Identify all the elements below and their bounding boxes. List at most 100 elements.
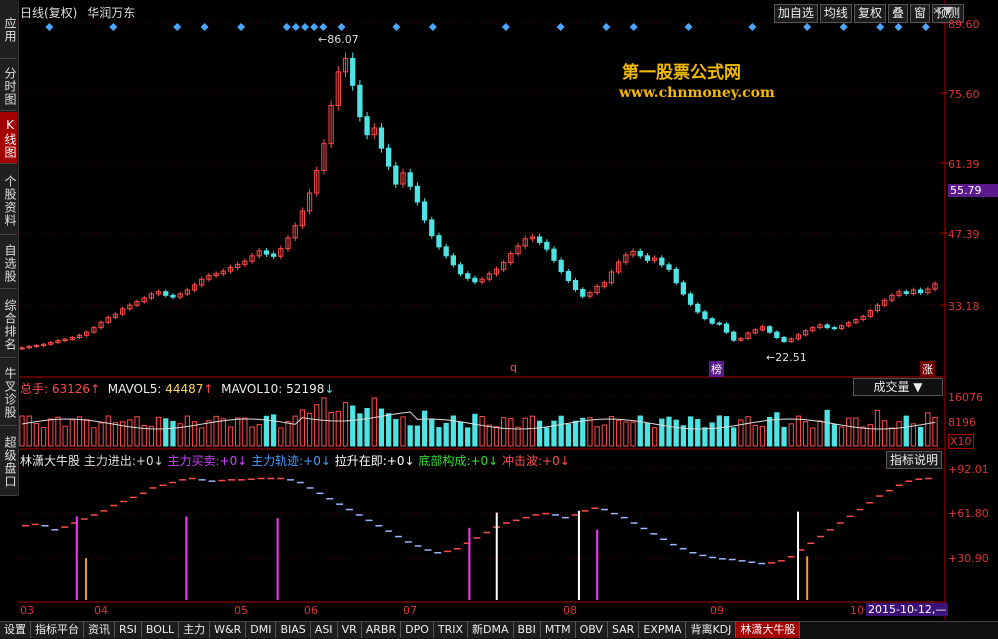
candle xyxy=(321,139,327,175)
date-tick-1: 04 xyxy=(94,604,108,617)
tab-14[interactable]: 新DMA xyxy=(468,622,514,638)
candle xyxy=(501,259,507,272)
tab-6[interactable]: W&R xyxy=(210,622,247,638)
nav-item-7[interactable]: 超级盘口 xyxy=(0,427,17,496)
chart-title: 日线(复权) 华润万东 xyxy=(20,4,141,21)
tab-18[interactable]: SAR xyxy=(607,622,640,638)
volume-bar xyxy=(616,419,622,447)
signal-diamond xyxy=(629,23,638,31)
volume-bar xyxy=(723,416,730,447)
indicator-field-0: 主力进出:+0↓ xyxy=(83,454,168,468)
volume-bar xyxy=(601,424,607,447)
watermark-url: www.chnmoney.com xyxy=(619,85,775,101)
volume-bar xyxy=(299,409,306,447)
toolbar-button-2[interactable]: 复权 xyxy=(853,4,886,23)
tab-9[interactable]: ASI xyxy=(310,622,338,638)
volume-bar xyxy=(917,426,924,447)
volume-bar xyxy=(687,416,694,447)
tab-3[interactable]: RSI xyxy=(115,622,142,638)
nav-item-6[interactable]: 牛叉诊股 xyxy=(0,359,17,426)
tab-20[interactable]: 背离KDJ xyxy=(686,622,737,638)
volume-bar xyxy=(350,405,356,447)
tab-10[interactable]: VR xyxy=(337,622,362,638)
candle xyxy=(932,281,938,292)
zhang-marker[interactable]: 涨 xyxy=(920,361,935,377)
volume-bar xyxy=(263,415,270,447)
candle xyxy=(709,316,715,325)
indicator-field-2: 主力轨迹:+0↓ xyxy=(251,454,335,468)
volume-bar xyxy=(227,426,234,447)
tab-13[interactable]: TRIX xyxy=(433,622,469,638)
tab-4[interactable]: BOLL xyxy=(141,622,180,638)
volume-bar xyxy=(630,421,636,447)
volume-bar xyxy=(40,427,47,447)
candle xyxy=(824,323,830,330)
candle xyxy=(134,299,140,308)
volume-bar xyxy=(33,423,40,447)
candle xyxy=(759,324,766,332)
volume-bar xyxy=(910,423,917,447)
nav-item-0[interactable]: 应用 xyxy=(0,0,17,59)
candle xyxy=(580,287,586,299)
nav-item-3[interactable]: 个股资料 xyxy=(0,165,17,235)
toolbar-button-1[interactable]: 均线 xyxy=(819,4,852,23)
kline-chart-canvas[interactable] xyxy=(0,0,998,638)
volume-bar xyxy=(925,412,931,447)
signal-diamond xyxy=(282,23,291,31)
tab-1[interactable]: 指标平台 xyxy=(31,622,84,638)
tab-21[interactable]: 林潇大牛股 xyxy=(736,622,801,638)
nav-item-2[interactable]: K线图 xyxy=(0,112,17,164)
candle xyxy=(19,346,25,351)
candle xyxy=(220,268,226,277)
total-label: 总手: xyxy=(20,382,49,396)
tab-8[interactable]: BIAS xyxy=(276,622,311,638)
signal-diamond xyxy=(237,23,246,31)
nav-item-1[interactable]: 分时图 xyxy=(0,60,17,111)
mavol10-label: MAVOL10: xyxy=(221,382,283,396)
candle xyxy=(594,283,600,295)
mavol5-label: MAVOL5: xyxy=(107,382,162,396)
candle xyxy=(48,340,54,346)
candle xyxy=(515,242,521,257)
price-tick-3: 47.39 xyxy=(948,228,980,241)
close-icon[interactable]: × xyxy=(932,4,941,17)
nav-item-4[interactable]: 自选股 xyxy=(0,236,17,289)
signal-diamonds xyxy=(45,23,930,31)
volume-indicator-select[interactable]: 成交量 ▼ xyxy=(853,378,943,396)
nav-item-5[interactable]: 综合排名 xyxy=(0,290,17,358)
period-label[interactable]: 日线(复权) xyxy=(20,6,77,20)
volume-bar xyxy=(443,422,449,447)
candle xyxy=(299,207,306,230)
tab-15[interactable]: BBI xyxy=(513,622,541,638)
toolbar-button-3[interactable]: 叠 xyxy=(887,4,908,23)
volume-bar xyxy=(407,425,413,447)
tab-16[interactable]: MTM xyxy=(540,622,576,638)
volume-bar xyxy=(400,416,406,447)
volume-bar xyxy=(580,417,586,447)
candle xyxy=(148,291,155,301)
candle xyxy=(572,278,579,292)
tab-11[interactable]: ARBR xyxy=(361,622,402,638)
tab-2[interactable]: 资讯 xyxy=(84,622,115,638)
tab-19[interactable]: EXPMA xyxy=(639,622,687,638)
toolbar-button-0[interactable]: 加自选 xyxy=(773,4,818,23)
date-tick-5: 08 xyxy=(563,604,577,617)
toolbar-button-4[interactable]: 窗 xyxy=(909,4,930,23)
volume-bar xyxy=(206,420,212,447)
tab-12[interactable]: DPO xyxy=(401,622,434,638)
indicator-help-button[interactable]: 指标说明 xyxy=(886,451,943,469)
volume-bar xyxy=(565,423,572,447)
volume-bar xyxy=(105,415,111,447)
chevron-down-icon[interactable]: ▼ xyxy=(944,4,952,17)
mavol-line xyxy=(21,411,936,430)
bang-marker[interactable]: 榜 xyxy=(709,361,724,377)
date-tick-3: 06 xyxy=(304,604,318,617)
volume-bar xyxy=(644,422,651,447)
tab-17[interactable]: OBV xyxy=(575,622,608,638)
volume-bar xyxy=(242,417,248,447)
volume-bar xyxy=(364,407,370,447)
candle xyxy=(522,235,528,249)
tab-0[interactable]: 设置 xyxy=(0,622,31,638)
tab-5[interactable]: 主力 xyxy=(179,622,211,638)
tab-7[interactable]: DMI xyxy=(246,622,277,638)
